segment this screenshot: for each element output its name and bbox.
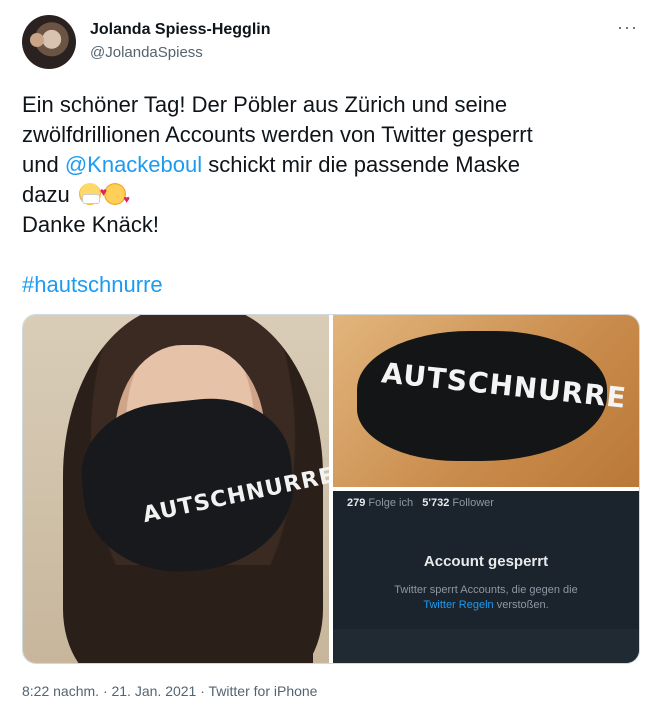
twitter-rules-link: Twitter Regeln bbox=[423, 599, 494, 611]
account-suspended-desc: Twitter sperrt Accounts, die gegen die T… bbox=[333, 583, 639, 613]
tweet-line: Danke Knäck! bbox=[22, 212, 159, 237]
follow-stats: 279 Folge ich 5'732 Follower bbox=[347, 497, 494, 509]
hashtag-link[interactable]: #hautschnurre bbox=[22, 272, 163, 297]
photo-mask-closeup[interactable]: AUTSCHNURRE bbox=[333, 315, 639, 487]
followers-label: Follower bbox=[452, 497, 494, 509]
tweet-line: Ein schöner Tag! Der Pöbler aus Zürich u… bbox=[22, 92, 508, 117]
smiling-hearts-emoji-icon bbox=[100, 177, 130, 215]
photo-woman-mask[interactable]: AUTSCHNURRE bbox=[23, 315, 329, 663]
account-suspended-title: Account gesperrt bbox=[423, 553, 549, 570]
tweet-fragment: dazu bbox=[22, 182, 70, 207]
followers-count: 5'732 bbox=[422, 497, 450, 509]
tweet-header: Jolanda Spiess-Hegglin @JolandaSpiess ··… bbox=[22, 15, 642, 71]
following-count: 279 bbox=[347, 497, 366, 509]
desc-line: Twitter sperrt Accounts, die gegen die bbox=[394, 584, 578, 596]
tab-strip bbox=[333, 629, 639, 663]
tweet-line: zwölfdrillionen Accounts werden von Twit… bbox=[22, 122, 533, 147]
more-options-icon[interactable]: ··· bbox=[617, 17, 638, 38]
tweet-line: und @Knackeboul schickt mir die passende… bbox=[22, 150, 632, 180]
tweet-fragment: schickt mir die passende Maske bbox=[202, 152, 521, 177]
hashtag-line: #hautschnurre bbox=[22, 272, 163, 298]
author-handle[interactable]: @JolandaSpiess bbox=[90, 44, 203, 61]
desc-fragment: verstoßen. bbox=[493, 599, 549, 611]
mention-link[interactable]: @Knackeboul bbox=[65, 152, 202, 177]
tweet-fragment: und bbox=[22, 152, 65, 177]
tweet-text: Ein schöner Tag! Der Pöbler aus Zürich u… bbox=[22, 90, 632, 240]
following-label: Folge ich bbox=[368, 497, 414, 509]
media-grid: AUTSCHNURRE AUTSCHNURRE 279 Folge ich 5'… bbox=[22, 314, 640, 664]
tweet-line: dazu bbox=[22, 177, 632, 215]
desc-line: Twitter Regeln verstoßen. bbox=[333, 598, 639, 613]
photo-shoulders bbox=[83, 565, 313, 663]
tweet-meta[interactable]: 8:22 nachm. · 21. Jan. 2021 · Twitter fo… bbox=[22, 683, 317, 699]
screenshot-account-suspended[interactable]: 279 Folge ich 5'732 Follower Account ges… bbox=[333, 491, 639, 663]
medical-mask-emoji-icon bbox=[78, 183, 101, 205]
author-name[interactable]: Jolanda Spiess-Hegglin bbox=[90, 21, 270, 39]
avatar[interactable] bbox=[22, 15, 76, 69]
